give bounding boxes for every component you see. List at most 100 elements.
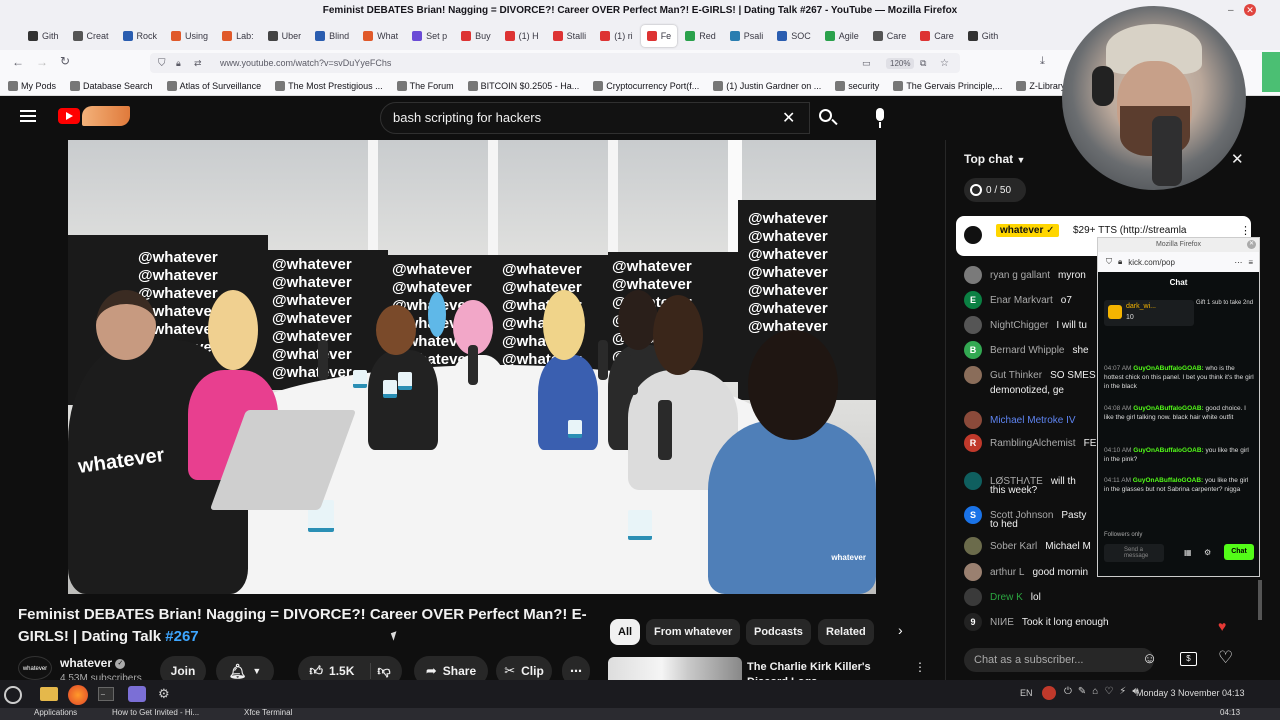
channel-name[interactable]: whatever ✓ xyxy=(60,656,126,670)
menu-icon[interactable] xyxy=(20,110,36,112)
kick-chat-tab[interactable]: Chat xyxy=(1098,272,1259,294)
bookmark-item[interactable]: The Most Prestigious ... xyxy=(275,80,383,91)
keyboard-layout[interactable]: EN xyxy=(1020,688,1033,698)
search-input[interactable]: bash scripting for hackers xyxy=(380,102,810,134)
chat-message[interactable]: this week? xyxy=(990,485,1037,496)
browser-tab[interactable]: Care xyxy=(867,25,913,47)
recommended-title[interactable]: The Charlie Kirk Killer's Discord Logs xyxy=(747,660,907,680)
translate-icon[interactable]: ⧉ xyxy=(920,58,926,69)
bookmark-item[interactable]: BITCOIN $0.2505 - Ha... xyxy=(467,80,579,91)
chip-podcasts[interactable]: Podcasts xyxy=(746,619,811,645)
close-chat-icon[interactable]: ✕ xyxy=(1231,150,1244,168)
browser-tab[interactable]: Fe xyxy=(640,25,678,47)
kick-chat-button[interactable]: Chat xyxy=(1224,544,1254,560)
kick-emote-icon[interactable]: ▦ xyxy=(1184,548,1192,557)
chat-message[interactable]: S Scott Johnson Pasty xyxy=(964,506,1086,524)
recommended-menu-icon[interactable]: ⋮ xyxy=(914,660,926,674)
downloads-icon[interactable]: ⤓ xyxy=(1040,55,1045,68)
bookmark-item[interactable]: The Gervais Principle,... xyxy=(893,80,1002,91)
browser-tab[interactable]: Set p xyxy=(406,25,453,47)
kick-send-input[interactable]: Send a message xyxy=(1104,544,1164,562)
settings-icon[interactable]: ⚙ xyxy=(158,686,170,702)
browser-tab[interactable]: Gith xyxy=(962,25,1005,47)
youtube-logo-icon[interactable] xyxy=(58,108,80,124)
browser-tab[interactable]: Psali xyxy=(724,25,770,47)
lock-icon[interactable]: 🔒︎ xyxy=(176,58,181,69)
browser-tab[interactable]: Stalli xyxy=(547,25,593,47)
folder-icon[interactable] xyxy=(40,687,58,701)
browser-tab[interactable]: Agile xyxy=(819,25,865,47)
channel-avatar[interactable]: whatever xyxy=(18,656,52,680)
emoji-icon[interactable]: ☺ xyxy=(1142,650,1157,667)
back-icon[interactable]: ← xyxy=(12,55,24,69)
firefox-icon[interactable] xyxy=(68,685,88,705)
popup-url-bar[interactable]: ⛉ 🔒︎ kick.com/pop ⋯ ≡ xyxy=(1098,252,1259,272)
hashtag-link[interactable]: #267 xyxy=(165,628,198,645)
chat-message[interactable]: E Enar Markvart o7 xyxy=(964,291,1072,309)
bookmark-star-icon[interactable]: ☆ xyxy=(940,58,949,69)
search-button[interactable] xyxy=(810,102,846,134)
chat-input[interactable]: Chat as a subscriber... xyxy=(964,648,1154,672)
voice-search-button[interactable] xyxy=(864,102,896,134)
bookmark-item[interactable]: The Forum xyxy=(396,80,454,91)
channel-name-text[interactable]: whatever xyxy=(60,656,112,670)
kick-message[interactable]: 04:08 AM GuyOnABuffaloGOAB: good choice.… xyxy=(1104,404,1254,422)
doodle-logo[interactable] xyxy=(82,106,130,126)
url-text[interactable]: www.youtube.com/watch?v=svDuYyeFChs xyxy=(220,58,391,68)
clock[interactable]: Monday 3 November 04:13 xyxy=(1136,688,1245,698)
kick-message[interactable]: 04:11 AM GuyOnABuffaloGOAB: you like the… xyxy=(1104,476,1254,494)
bookmark-item[interactable]: Atlas of Surveillance xyxy=(166,80,261,91)
minimize-icon[interactable]: – xyxy=(1228,5,1234,16)
chat-message[interactable]: ryan g gallant myron xyxy=(964,266,1086,284)
bookmark-item[interactable]: (1) Justin Gardner on ... xyxy=(713,80,821,91)
chat-message[interactable]: 9 NIИE Took it long enough xyxy=(964,613,1109,631)
close-window-icon[interactable]: ✕ xyxy=(1244,4,1256,16)
permissions-icon[interactable]: ⇄ xyxy=(194,58,202,69)
browser-tab[interactable]: Lab: xyxy=(216,25,260,47)
kick-settings-icon[interactable]: ⚙ xyxy=(1204,548,1211,557)
bookmark-item[interactable]: Cryptocurrency Port(f... xyxy=(593,80,699,91)
browser-tab[interactable]: Uber xyxy=(262,25,308,47)
kick-message[interactable]: 04:07 AM GuyOnABuffaloGOAB: who is the h… xyxy=(1104,364,1254,391)
forward-icon[interactable]: → xyxy=(36,55,48,69)
menu-icon[interactable]: ≡ xyxy=(1248,258,1259,267)
browser-tab[interactable]: Care xyxy=(914,25,960,47)
kick-message[interactable]: 04:10 AM GuyOnABuffaloGOAB: you like the… xyxy=(1104,446,1254,464)
popup-close-icon[interactable]: ✕ xyxy=(1247,240,1256,249)
browser-tab[interactable]: Blind xyxy=(309,25,355,47)
chevron-right-icon[interactable]: › xyxy=(898,622,903,638)
window-item[interactable]: Xfce Terminal xyxy=(244,708,292,717)
chip-related[interactable]: Related xyxy=(818,619,874,645)
browser-tab[interactable]: Gith xyxy=(22,25,65,47)
pinned-menu-icon[interactable]: ⋮ xyxy=(1240,224,1251,237)
chip-all[interactable]: All xyxy=(610,619,641,645)
tray-icons[interactable]: ⏻✎⌂♡⚡🔊︎ xyxy=(1064,686,1145,697)
window-item[interactable]: How to Get Invited - Hi... xyxy=(112,708,199,717)
browser-tab[interactable]: What xyxy=(357,25,404,47)
app-menu-icon[interactable] xyxy=(4,686,22,704)
browser-tab[interactable]: Rock xyxy=(117,25,164,47)
browser-tab[interactable]: (1) ri xyxy=(594,25,639,47)
more-icon[interactable]: ⋯ xyxy=(1234,258,1242,267)
url-bar[interactable]: ⛉ 🔒︎ ⇄ www.youtube.com/watch?v=svDuYyeFC… xyxy=(150,53,960,73)
chat-message[interactable]: Sober Karl Michael M xyxy=(964,537,1091,555)
like-button[interactable]: 👍︎ 1.5K xyxy=(309,663,372,679)
zoom-level[interactable]: 120% xyxy=(886,57,915,69)
browser-tab[interactable]: Red xyxy=(679,25,722,47)
chat-message[interactable]: arthur L good mornin xyxy=(964,563,1088,581)
app-icon[interactable] xyxy=(128,686,146,702)
dislike-button[interactable]: 👎︎ xyxy=(377,663,390,679)
chat-message[interactable]: B Bernard Whipple she xyxy=(964,341,1089,359)
browser-tab[interactable]: SOC xyxy=(771,25,817,47)
recommended-thumbnail[interactable] xyxy=(608,657,742,680)
page-scrollbar[interactable] xyxy=(1262,52,1280,92)
browser-tab[interactable]: Using xyxy=(165,25,214,47)
video-player[interactable]: @whatever @whatever @whatever @whatever @wha… xyxy=(68,140,876,594)
bookmark-item[interactable]: security xyxy=(835,80,879,91)
chat-message[interactable]: Michael Metroke IV xyxy=(964,411,1084,429)
window-item[interactable]: Applications xyxy=(34,708,77,717)
browser-tab[interactable]: Creat xyxy=(67,25,115,47)
chat-message[interactable]: to hed xyxy=(990,519,1018,530)
reload-icon[interactable]: ↻ xyxy=(60,54,70,68)
shield-icon[interactable]: ⛉ xyxy=(158,58,166,69)
